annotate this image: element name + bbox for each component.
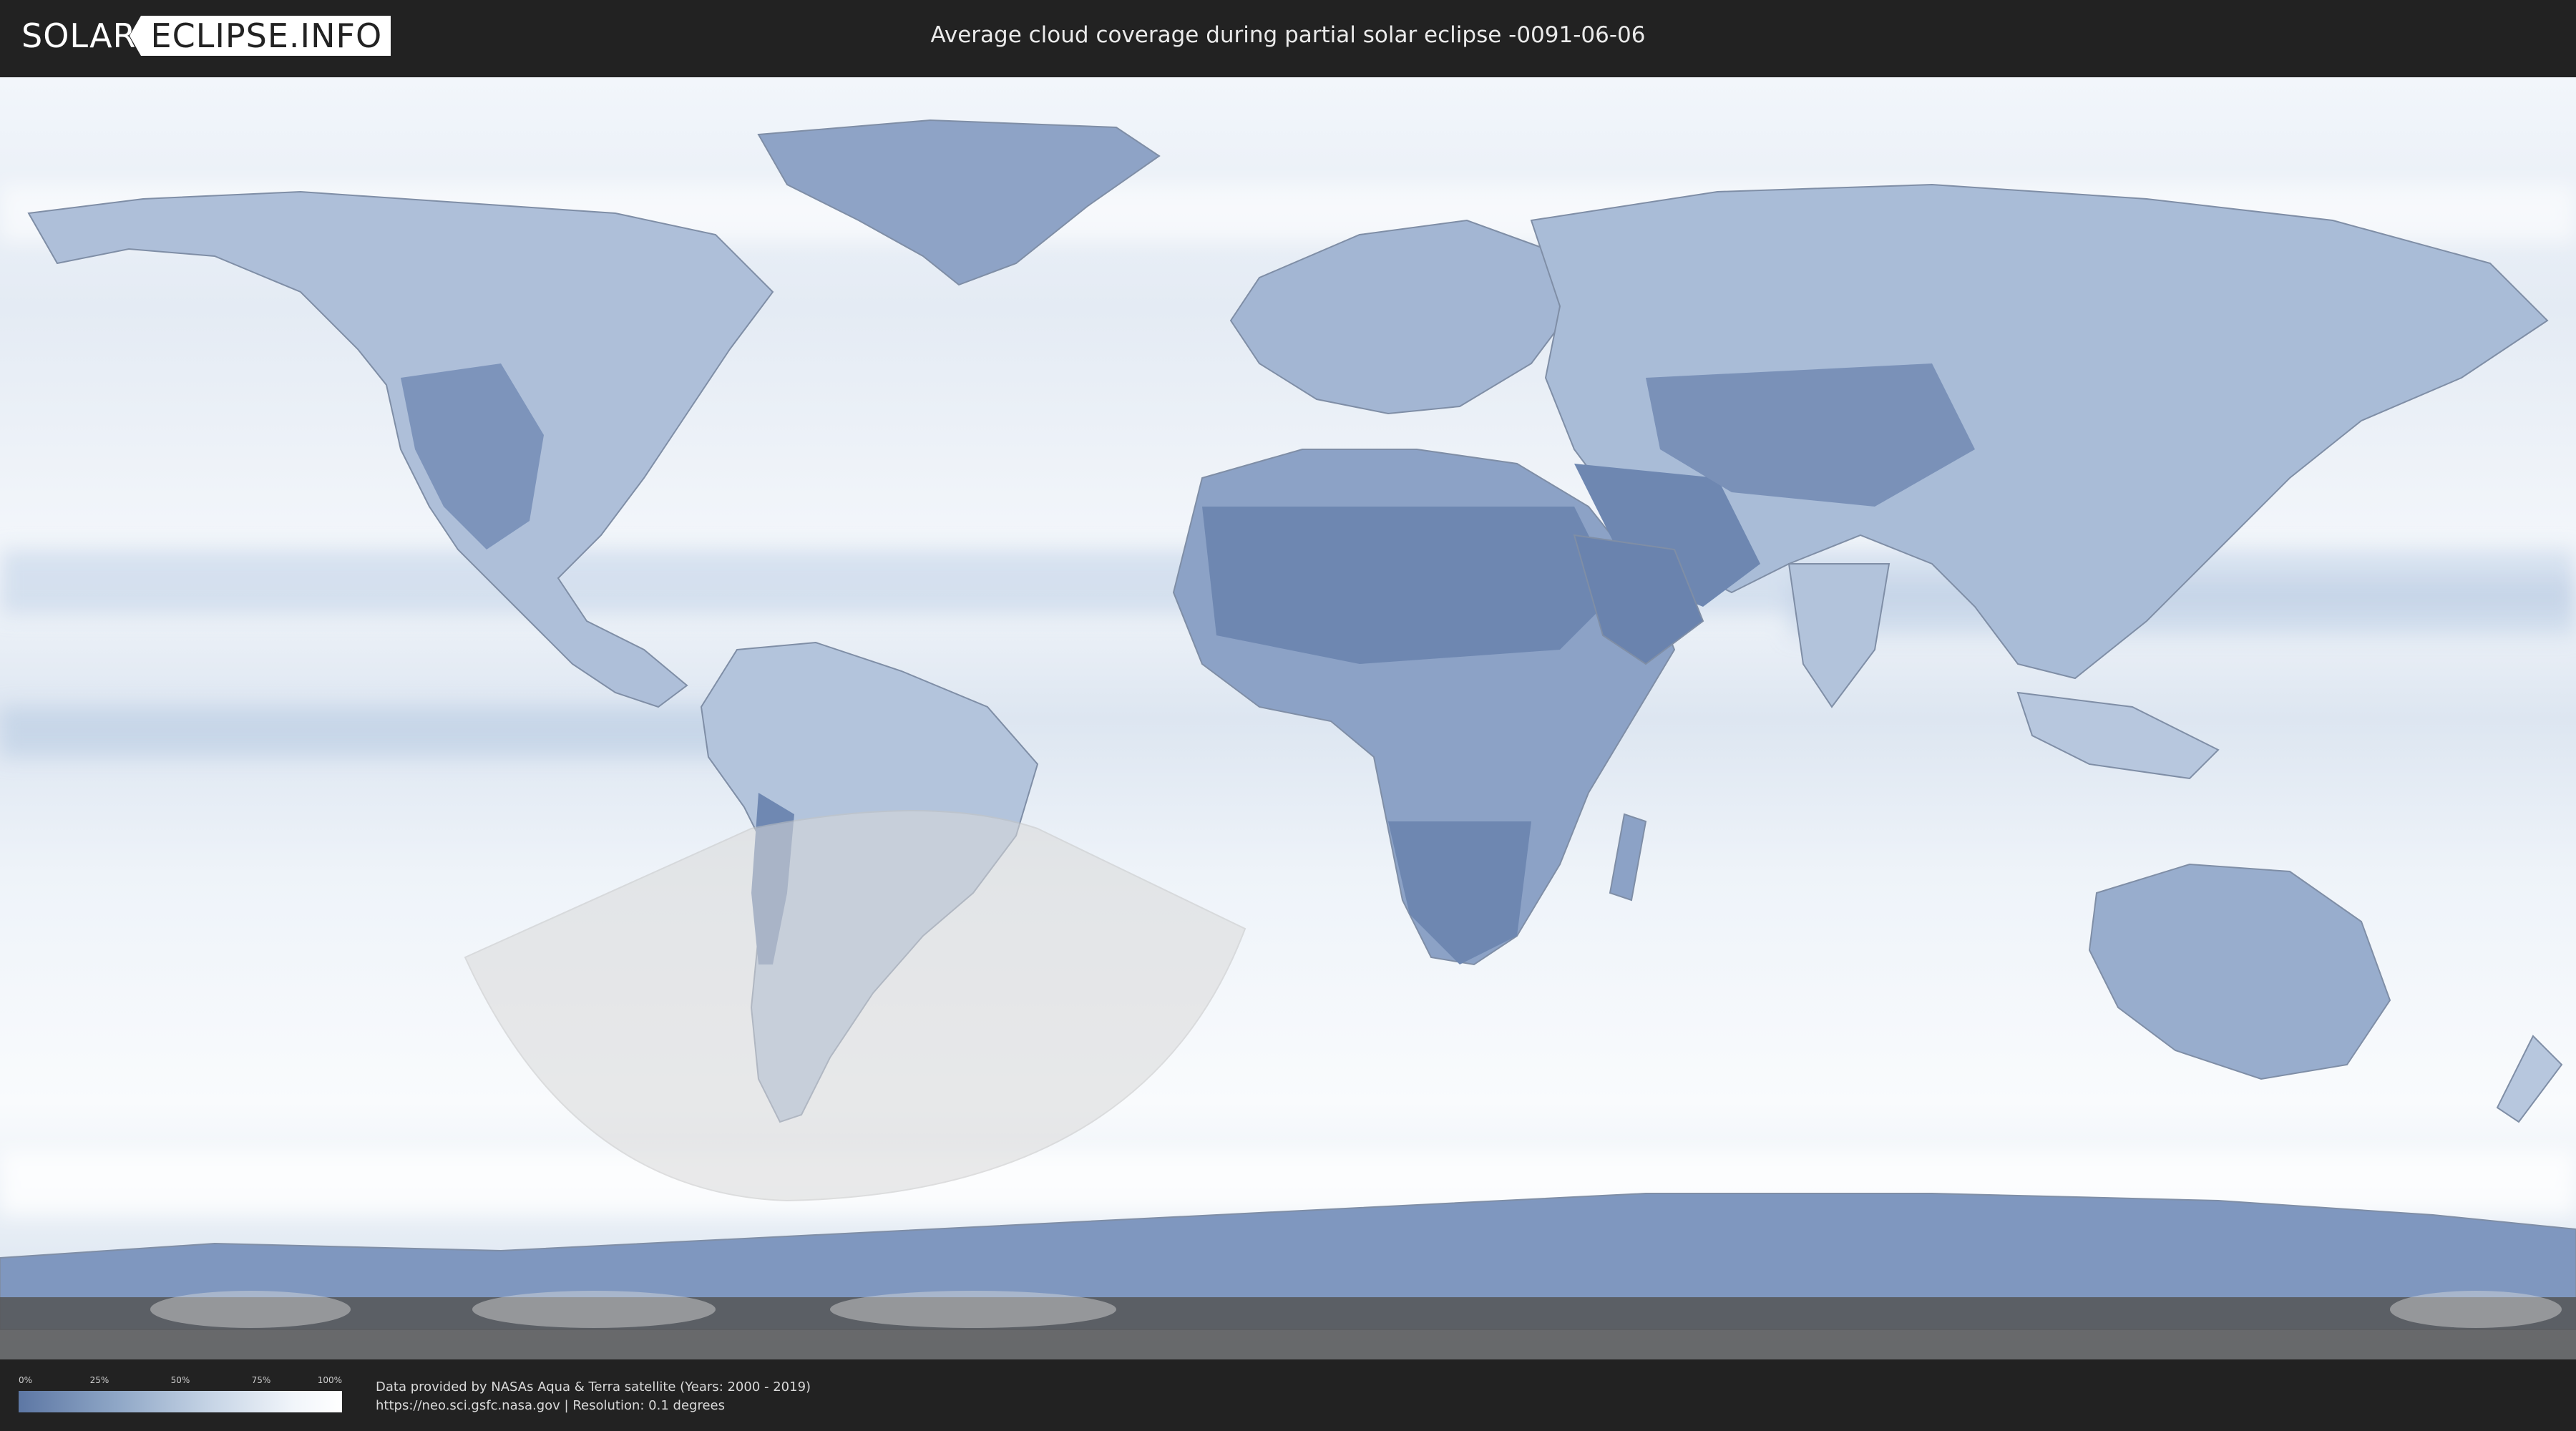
legend-tick-25: 25% — [89, 1375, 109, 1385]
cloud-coverage-legend: 0% 25% 50% 75% 100% — [19, 1375, 342, 1414]
world-map-svg — [0, 77, 2576, 1359]
legend-color-bar — [19, 1391, 342, 1412]
footer-bar: 0% 25% 50% 75% 100% Data provided by NAS… — [0, 1359, 2576, 1431]
legend-ticks: 0% 25% 50% 75% 100% — [19, 1375, 342, 1387]
header-bar: SOLAR ECLIPSE.INFO Average cloud coverag… — [0, 0, 2576, 72]
legend-tick-50: 50% — [170, 1375, 190, 1385]
legend-tick-100: 100% — [317, 1375, 342, 1385]
map-bottom-band — [0, 1297, 2576, 1359]
legend-tick-75: 75% — [251, 1375, 271, 1385]
credits-line-data-source: Data provided by NASAs Aqua & Terra sate… — [376, 1379, 811, 1395]
credits-line-url[interactable]: https://neo.sci.gsfc.nasa.gov | Resoluti… — [376, 1397, 811, 1415]
page-title: Average cloud coverage during partial so… — [930, 22, 1646, 48]
legend-tick-0: 0% — [19, 1375, 33, 1385]
cloud-coverage-map[interactable] — [0, 77, 2576, 1359]
data-credits: Data provided by NASAs Aqua & Terra sate… — [376, 1378, 811, 1415]
sahara-region — [1202, 507, 1617, 664]
